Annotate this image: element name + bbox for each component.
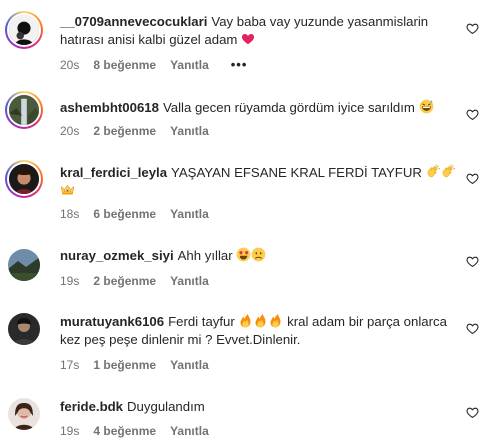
- like-heart-icon[interactable]: [466, 406, 479, 419]
- comment-time: 19s: [60, 274, 80, 288]
- like-heart-icon[interactable]: [466, 108, 479, 121]
- comment-meta: 20s 8 beğenme Yanıtla •••: [60, 57, 247, 72]
- reply-button[interactable]: Yanıtla: [170, 207, 209, 221]
- fire-icon: [238, 313, 253, 328]
- comment-time: 20s: [60, 124, 80, 138]
- clapping-hands-icon: [426, 164, 441, 179]
- comment-meta: 17s 1 beğenme Yanıtla: [60, 358, 231, 372]
- comment-meta: 20s 2 beğenme Yanıtla: [60, 124, 231, 138]
- comment-text: kral_ferdici_leyla YAŞAYAN EFSANE KRAL FE…: [60, 164, 460, 200]
- comment-text: nuray_ozmek_siyi Ahh yıllar: [60, 247, 460, 265]
- like-heart-icon[interactable]: [466, 22, 479, 35]
- likes-count[interactable]: 4 beğenme: [93, 424, 156, 438]
- comment-body-start: Ferdi tayfur: [168, 314, 235, 329]
- avatar[interactable]: [5, 91, 43, 129]
- reply-button[interactable]: Yanıtla: [170, 358, 209, 372]
- grinning-sweat-icon: [419, 99, 434, 114]
- clapping-hands-icon: [441, 164, 456, 179]
- more-options-icon[interactable]: •••: [231, 57, 248, 72]
- fire-icon: [253, 313, 268, 328]
- comment-text: __0709annevecocuklari Vay baba vay yuzund…: [60, 13, 460, 49]
- comment-text: feride.bdk Duygulandım: [60, 398, 460, 416]
- reply-button[interactable]: Yanıtla: [170, 424, 209, 438]
- crown-icon: [60, 182, 75, 197]
- comment-meta: 19s 4 beğenme Yanıtla: [60, 424, 231, 438]
- comment-username[interactable]: muratuyank6106: [60, 314, 164, 329]
- comment-meta: 18s 6 beğenme Yanıtla: [60, 207, 231, 221]
- likes-count[interactable]: 2 beğenme: [93, 274, 156, 288]
- comment-text: muratuyank6106 Ferdi tayfur kral adam bir…: [60, 313, 460, 349]
- fire-icon: [268, 313, 283, 328]
- comment-text: ashembht00618 Valla gecen rüyamda gördüm …: [60, 99, 460, 117]
- heart-eyes-icon: [236, 247, 251, 262]
- comment-body: Duygulandım: [127, 399, 205, 414]
- comment-time: 20s: [60, 57, 80, 72]
- avatar[interactable]: [8, 398, 40, 430]
- comment-username[interactable]: kral_ferdici_leyla: [60, 165, 167, 180]
- avatar[interactable]: [5, 11, 43, 49]
- like-heart-icon[interactable]: [466, 322, 479, 335]
- reply-button[interactable]: Yanıtla: [170, 274, 209, 288]
- comment-body: YAŞAYAN EFSANE KRAL FERDİ TAYFUR: [171, 165, 422, 180]
- reply-button[interactable]: Yanıtla: [170, 58, 209, 72]
- comment-username[interactable]: ashembht00618: [60, 100, 159, 115]
- avatar[interactable]: [8, 313, 40, 345]
- comment-username[interactable]: __0709annevecocuklari: [60, 14, 207, 29]
- comment-time: 17s: [60, 358, 80, 372]
- likes-count[interactable]: 6 beğenme: [93, 207, 156, 221]
- comment-username[interactable]: feride.bdk: [60, 399, 123, 414]
- red-heart-icon: [241, 32, 255, 46]
- likes-count[interactable]: 8 beğenme: [93, 58, 156, 72]
- comment-time: 19s: [60, 424, 80, 438]
- comment-body: Valla gecen rüyamda gördüm iyice sarıldı…: [162, 100, 415, 115]
- like-heart-icon[interactable]: [466, 172, 479, 185]
- sad-face-icon: [251, 247, 266, 262]
- avatar[interactable]: [8, 249, 40, 281]
- comment-meta: 19s 2 beğenme Yanıtla: [60, 274, 231, 288]
- comment-body: Ahh yıllar: [177, 248, 233, 263]
- comment-time: 18s: [60, 207, 80, 221]
- comment-username[interactable]: nuray_ozmek_siyi: [60, 248, 174, 263]
- reply-button[interactable]: Yanıtla: [170, 124, 209, 138]
- likes-count[interactable]: 1 beğenme: [93, 358, 156, 372]
- avatar[interactable]: [5, 160, 43, 198]
- likes-count[interactable]: 2 beğenme: [93, 124, 156, 138]
- like-heart-icon[interactable]: [466, 255, 479, 268]
